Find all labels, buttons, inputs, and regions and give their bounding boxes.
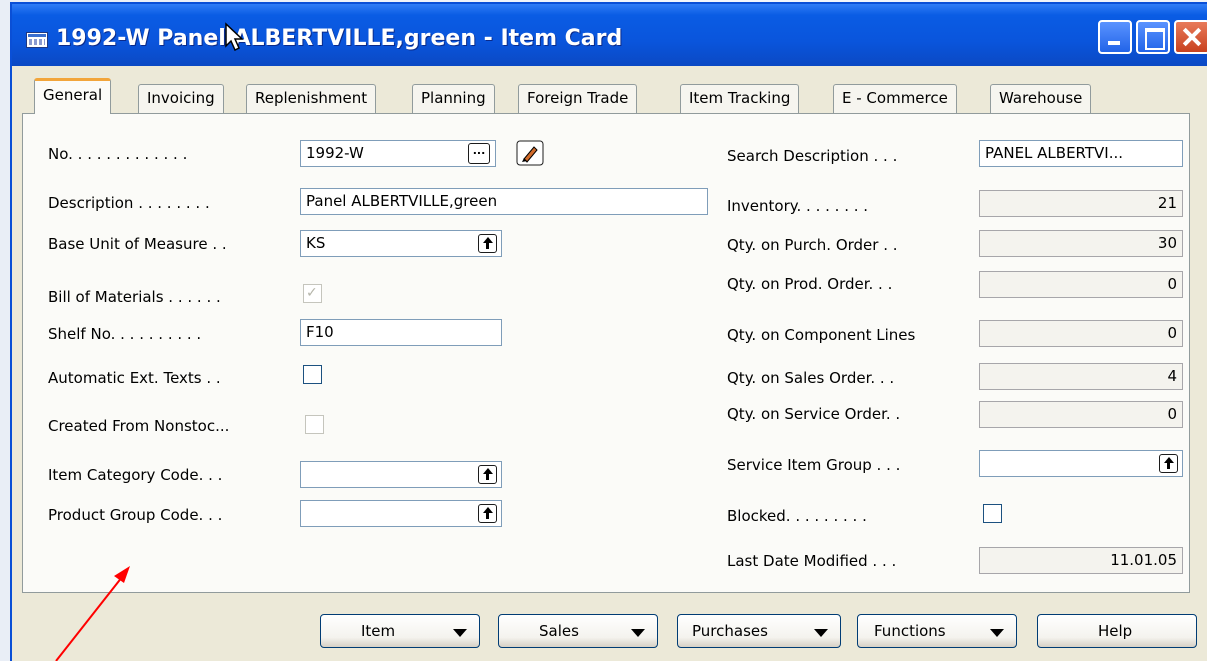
qty-service-label: Qty. on Service Order. . xyxy=(727,405,901,423)
shelf-field[interactable]: F10 xyxy=(300,319,502,346)
created-from-label: Created From Nonstoc... xyxy=(48,417,230,435)
last-modified-label: Last Date Modified . . . xyxy=(727,552,897,570)
search-desc-field[interactable]: PANEL ALBERTVI... xyxy=(979,140,1183,167)
no-field[interactable]: 1992-W xyxy=(300,140,496,167)
title-bar[interactable]: 1992-W Panel ALBERTVILLE,green - Item Ca… xyxy=(12,4,1207,66)
base-unit-field[interactable]: KS xyxy=(300,230,502,257)
qty-purch-label: Qty. on Purch. Order . . xyxy=(727,236,898,254)
sales-menu-button[interactable]: Sales xyxy=(498,614,658,648)
qty-prod-label: Qty. on Prod. Order. . . xyxy=(727,275,893,293)
lookup-ellipsis-button[interactable]: ... xyxy=(468,143,490,164)
item-category-field[interactable] xyxy=(300,461,502,488)
tab-general[interactable]: General xyxy=(34,78,112,114)
qty-comp-value: 0 xyxy=(1167,324,1177,342)
base-unit-value: KS xyxy=(306,234,326,252)
product-group-field[interactable] xyxy=(300,500,502,527)
item-category-lookup-button[interactable] xyxy=(478,465,497,484)
tab-e-commerce[interactable]: E - Commerce xyxy=(833,84,957,114)
service-group-field[interactable] xyxy=(979,450,1183,477)
qty-sales-value: 4 xyxy=(1167,367,1177,385)
product-group-lookup-button[interactable] xyxy=(478,504,497,523)
base-unit-label: Base Unit of Measure . . xyxy=(48,235,227,253)
inventory-label: Inventory. . . . . . . . xyxy=(727,197,869,215)
qty-comp-field[interactable]: 0 xyxy=(979,320,1183,347)
item-category-label: Item Category Code. . . xyxy=(48,466,223,484)
bom-checkbox: ✓ xyxy=(303,284,322,303)
tab-item-tracking[interactable]: Item Tracking xyxy=(680,84,800,114)
qty-comp-label: Qty. on Component Lines xyxy=(727,326,916,344)
search-desc-label: Search Description . . . xyxy=(727,147,898,165)
tab-warehouse[interactable]: Warehouse xyxy=(990,84,1092,114)
qty-sales-field[interactable]: 4 xyxy=(979,363,1183,390)
item-menu-label: Item xyxy=(361,622,396,640)
help-label: Help xyxy=(1098,622,1133,640)
auto-ext-checkbox[interactable] xyxy=(303,365,322,384)
mouse-cursor-icon xyxy=(225,22,244,52)
qty-purch-value: 30 xyxy=(1157,234,1177,252)
auto-ext-label: Automatic Ext. Texts . . xyxy=(48,369,221,387)
last-modified-field[interactable]: 11.01.05 xyxy=(979,547,1183,574)
no-value: 1992-W xyxy=(306,144,364,162)
description-label: Description . . . . . . . . xyxy=(48,194,210,212)
tab-foreign-trade[interactable]: Foreign Trade xyxy=(518,84,638,114)
close-button[interactable] xyxy=(1174,20,1207,54)
blocked-label: Blocked. . . . . . . . . xyxy=(727,507,867,525)
bom-label: Bill of Materials . . . . . . xyxy=(48,288,221,306)
qty-prod-field[interactable]: 0 xyxy=(979,271,1183,298)
maximize-button[interactable] xyxy=(1136,20,1170,54)
tab-invoicing[interactable]: Invoicing xyxy=(138,84,224,114)
purchases-menu-label: Purchases xyxy=(692,622,768,640)
description-value: Panel ALBERTVILLE,green xyxy=(306,192,498,210)
item-menu-button[interactable]: Item xyxy=(320,614,480,648)
window-title: 1992-W Panel ALBERTVILLE,green - Item Ca… xyxy=(56,26,623,51)
form-icon xyxy=(26,32,48,48)
qty-prod-value: 0 xyxy=(1167,275,1177,293)
blocked-checkbox[interactable] xyxy=(983,504,1002,523)
minimize-button[interactable] xyxy=(1098,20,1132,54)
check-mark-icon: ✓ xyxy=(306,285,318,301)
tab-planning[interactable]: Planning xyxy=(412,84,495,114)
help-button[interactable]: Help xyxy=(1037,614,1197,648)
pencil-edit-icon[interactable] xyxy=(516,140,544,166)
base-unit-lookup-button[interactable] xyxy=(478,234,497,253)
product-group-label: Product Group Code. . . xyxy=(48,506,223,524)
qty-purch-field[interactable]: 30 xyxy=(979,230,1183,257)
qty-service-field[interactable]: 0 xyxy=(979,401,1183,428)
qty-sales-label: Qty. on Sales Order. . . xyxy=(727,369,895,387)
shelf-value: F10 xyxy=(306,323,334,341)
no-label: No. . . . . . . . . . . . . xyxy=(48,145,188,163)
qty-service-value: 0 xyxy=(1167,405,1177,423)
shelf-label: Shelf No. . . . . . . . . . xyxy=(48,325,202,343)
tab-replenishment[interactable]: Replenishment xyxy=(246,84,377,114)
service-group-label: Service Item Group . . . xyxy=(727,456,901,474)
search-desc-value: PANEL ALBERTVI... xyxy=(985,144,1124,162)
inventory-value: 21 xyxy=(1157,194,1177,212)
inventory-field[interactable]: 21 xyxy=(979,190,1183,217)
functions-menu-label: Functions xyxy=(874,622,946,640)
chevron-down-icon xyxy=(631,629,645,637)
service-group-lookup-button[interactable] xyxy=(1159,454,1178,473)
last-modified-value: 11.01.05 xyxy=(1110,551,1177,569)
functions-menu-button[interactable]: Functions xyxy=(857,614,1017,648)
purchases-menu-button[interactable]: Purchases xyxy=(677,614,841,648)
created-from-checkbox xyxy=(305,415,324,434)
chevron-down-icon xyxy=(453,629,467,637)
chevron-down-icon xyxy=(814,629,828,637)
chevron-down-icon xyxy=(990,629,1004,637)
sales-menu-label: Sales xyxy=(539,622,579,640)
description-field[interactable]: Panel ALBERTVILLE,green xyxy=(300,188,708,215)
